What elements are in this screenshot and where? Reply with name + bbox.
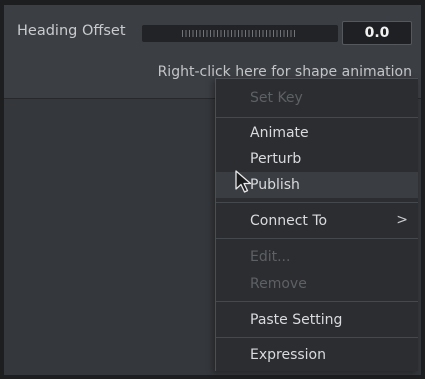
menu-separator bbox=[216, 202, 418, 203]
heading-offset-label: Heading Offset bbox=[17, 23, 126, 39]
menu-item-paste-setting[interactable]: Paste Setting bbox=[216, 307, 418, 333]
menu-separator bbox=[216, 337, 418, 338]
menu-separator bbox=[216, 117, 418, 118]
mouse-pointer-icon bbox=[235, 170, 252, 193]
menu-item-expression[interactable]: Expression bbox=[216, 342, 418, 368]
heading-offset-slider[interactable] bbox=[142, 25, 338, 42]
chevron-right-icon: > bbox=[396, 212, 408, 228]
menu-item-animate[interactable]: Animate bbox=[216, 120, 418, 146]
menu-separator bbox=[216, 301, 418, 302]
menu-item-edit[interactable]: Edit... bbox=[216, 244, 418, 270]
menu-item-connect-to[interactable]: Connect To > bbox=[216, 208, 418, 234]
menu-item-remove[interactable]: Remove bbox=[216, 271, 418, 297]
menu-item-connect-to-label: Connect To bbox=[250, 213, 328, 229]
context-menu: Set Key Animate Perturb Publish Connect … bbox=[215, 78, 418, 371]
heading-offset-value-field[interactable]: 0.0 bbox=[342, 21, 412, 45]
slider-tick-marks bbox=[182, 30, 297, 37]
menu-item-set-key[interactable]: Set Key bbox=[216, 85, 418, 111]
menu-separator bbox=[216, 238, 418, 239]
